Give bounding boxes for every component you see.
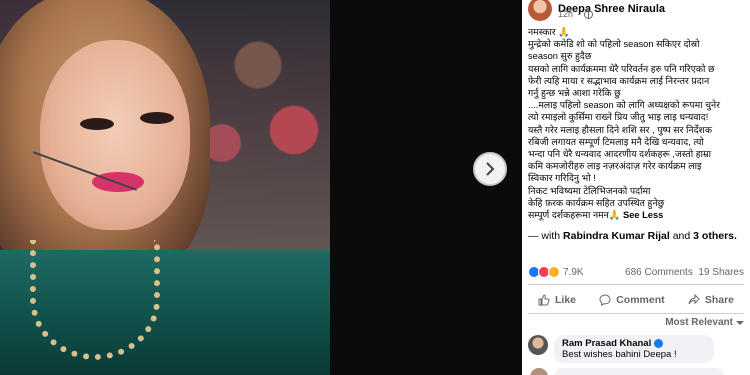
like-label: Like xyxy=(555,294,577,306)
post-line: मुन्द्रेको कमेडि शो को पहिलो season सकिए… xyxy=(528,39,700,50)
post-header: Deepa Shree Niraula xyxy=(528,0,665,24)
post-line: त्यो रमाइलो कुर्सिमा राख्ने प्रिय जीतु भ… xyxy=(528,112,709,123)
chevron-right-icon xyxy=(486,162,495,176)
post-line: फेरी त्यहि माया र सद्भाभाव कार्यक्रम लाई… xyxy=(528,75,710,86)
reaction-count[interactable]: 7.9K xyxy=(563,267,584,278)
comment-item: Ram Prasad Khanal Best wishes bahini Dee… xyxy=(528,335,714,363)
comment-icon xyxy=(599,294,611,306)
post-time[interactable]: 12h xyxy=(558,9,573,19)
post-line: यस्तै गरेर मलाइ हौसला दिने शशि सर , पुष्… xyxy=(528,124,712,135)
comment-count[interactable]: 686 Comments xyxy=(625,267,693,278)
photo-letterbox xyxy=(330,0,522,375)
post-stats: 686 Comments 19 Shares xyxy=(625,267,744,278)
thumbs-up-icon xyxy=(538,294,550,306)
photo-viewer xyxy=(0,0,522,375)
commenter-name-row: Ram Prasad Khanal xyxy=(562,338,706,349)
tagged-people: — with Rabindra Kumar Rijal and 3 others… xyxy=(528,230,737,242)
right-eye xyxy=(140,112,174,124)
divider xyxy=(528,284,744,285)
post-line: season सुरु हुदैछ xyxy=(528,51,592,62)
tagged-person-link[interactable]: Rabindra Kumar Rijal xyxy=(563,230,670,242)
comment-text: Best wishes bahini Deepa ! xyxy=(562,349,677,360)
post-line: गर्नु हुन्छ भन्ने आशा गरेकि छु xyxy=(528,88,621,99)
globe-icon xyxy=(584,9,594,19)
comment-sort-label: Most Relevant xyxy=(665,317,733,328)
post-line: रबिजी लगायत सम्पूर्ण टिमलाइ मनै देखि धन्… xyxy=(528,136,704,147)
next-photo-button[interactable] xyxy=(473,152,507,186)
haha-reaction-icon xyxy=(548,266,560,278)
post-line: भन्दा पनि धेरै धन्यवाद आदरणीय दर्शकहरू ,… xyxy=(528,149,712,160)
comment-label: Comment xyxy=(616,294,665,306)
comment-bubble: Ram Prasad Khanal Best wishes bahini Dee… xyxy=(554,335,714,363)
post-photo xyxy=(0,0,330,375)
verified-badge-icon xyxy=(654,339,664,348)
post-meta: 12h · xyxy=(558,9,594,19)
next-commenter-avatar[interactable] xyxy=(530,368,548,375)
left-eye xyxy=(80,118,114,130)
commenter-avatar[interactable] xyxy=(528,335,548,355)
comment-button[interactable]: Comment xyxy=(589,294,674,306)
next-comment-bubble xyxy=(554,368,724,375)
action-bar: Like Comment Share xyxy=(528,290,744,310)
post-panel: Deepa Shree Niraula 12h · नमस्कार 🙏 मुन्… xyxy=(522,0,750,375)
post-line: केहि फ़रक कार्यक्रम सहित उपस्थित हुनेछु xyxy=(528,197,665,208)
comment-sort-dropdown[interactable]: Most Relevant xyxy=(665,317,744,328)
post-line: निकट भविष्यमा टेलिभिजनको पर्दामा xyxy=(528,185,651,196)
divider xyxy=(528,313,744,314)
post-line: सम्पूर्ण दर्शकहरूमा नमन🙏 xyxy=(528,210,621,221)
post-line: यसको लागि कार्यक्रममा धेरै परिवर्तन हरु … xyxy=(528,63,715,74)
necklace xyxy=(30,240,160,360)
tagged-others-link[interactable]: 3 others. xyxy=(693,230,737,242)
share-label: Share xyxy=(704,294,734,306)
post-line: स्विकार गरिदिनु भो ! xyxy=(528,173,596,184)
share-icon xyxy=(688,294,700,305)
face xyxy=(40,40,190,230)
caret-down-icon xyxy=(736,320,744,325)
post-text: नमस्कार 🙏 मुन्द्रेको कमेडि शो को पहिलो s… xyxy=(528,26,748,221)
share-button[interactable]: Share xyxy=(678,294,744,306)
share-count[interactable]: 19 Shares xyxy=(698,267,744,278)
tagged-and: and xyxy=(669,230,694,242)
like-button[interactable]: Like xyxy=(528,294,586,306)
tagged-prefix: — with xyxy=(528,230,564,242)
see-less-link[interactable]: See Less xyxy=(623,210,663,220)
post-line: ....मलाइ पहिलो season को लागि अध्यक्षको … xyxy=(528,100,721,111)
commenter-name[interactable]: Ram Prasad Khanal xyxy=(562,338,651,349)
post-line: नमस्कार 🙏 xyxy=(528,27,570,37)
reactions-bar: 7.9K 686 Comments 19 Shares xyxy=(528,265,744,279)
post-line: कमि कमजोरीहरु लाइ नज़रअंदाज़ गरेर कार्यक… xyxy=(528,161,702,172)
post-line-last: सम्पूर्ण दर्शकहरूमा नमन🙏 See Less xyxy=(528,209,748,221)
author-avatar[interactable] xyxy=(528,0,552,21)
